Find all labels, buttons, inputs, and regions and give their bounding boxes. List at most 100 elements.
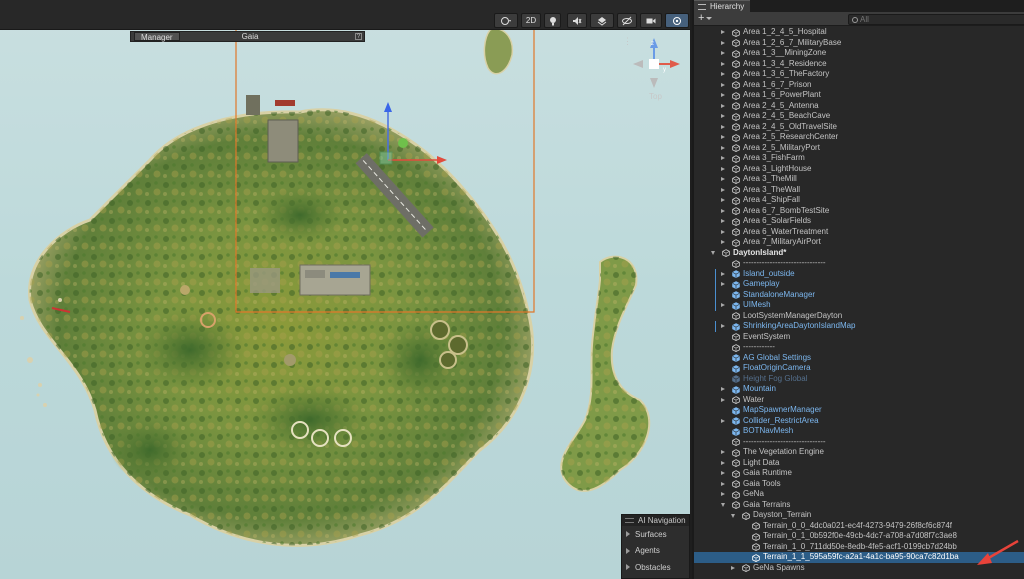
hierarchy-row[interactable]: EventSystem — [694, 332, 1024, 343]
hierarchy-row[interactable]: The Vegetation Engine — [694, 447, 1024, 458]
expand-arrow-icon[interactable] — [721, 324, 725, 328]
expand-arrow-icon[interactable] — [721, 156, 725, 160]
hierarchy-row[interactable]: FloatOriginCamera — [694, 363, 1024, 374]
hierarchy-row[interactable]: Area 1_6_7_Prison — [694, 80, 1024, 91]
hierarchy-row[interactable]: Area 6_WaterTreatment — [694, 227, 1024, 238]
expand-arrow-icon[interactable] — [721, 114, 725, 118]
gizmos-button[interactable] — [665, 13, 689, 28]
hierarchy-row[interactable]: MapSpawnerManager — [694, 405, 1024, 416]
hierarchy-row[interactable]: Area 1_2_6_7_MilitaryBase — [694, 38, 1024, 49]
ai-nav-agents[interactable]: Agents — [622, 543, 689, 560]
expand-arrow-icon[interactable] — [721, 40, 725, 45]
hierarchy-row[interactable]: Water — [694, 395, 1024, 406]
hierarchy-row[interactable]: Area 4_ShipFall — [694, 195, 1024, 206]
hierarchy-row[interactable]: ShrinkingAreaDaytonIslandMap — [694, 321, 1024, 332]
hierarchy-row[interactable]: Height Fog Global — [694, 374, 1024, 385]
more-options-icon[interactable]: ⋮ — [623, 36, 632, 47]
expand-arrow-icon[interactable] — [721, 177, 725, 181]
expand-arrow-icon[interactable] — [721, 166, 725, 171]
expand-arrow-icon[interactable] — [721, 208, 725, 213]
expand-arrow-icon[interactable] — [721, 124, 725, 129]
add-object-button[interactable]: + — [698, 13, 704, 24]
expand-arrow-icon[interactable] — [721, 135, 725, 139]
hierarchy-row[interactable]: Terrain_0_0_4dc0a021-ec4f-4273-9479-26f8… — [694, 521, 1024, 532]
expand-arrow-icon[interactable] — [721, 282, 725, 286]
hierarchy-row[interactable]: Area 2_5_MilitaryPort — [694, 143, 1024, 154]
expand-arrow-icon[interactable] — [721, 271, 725, 276]
scene-row[interactable]: DaytonIsland* — [694, 248, 1024, 259]
expand-arrow-icon[interactable] — [721, 303, 725, 307]
hierarchy-row[interactable]: Area 1_3_4_Residence — [694, 59, 1024, 70]
expand-arrow-icon[interactable] — [721, 387, 725, 391]
view-label-top[interactable]: Top — [649, 92, 662, 101]
expand-arrow-icon[interactable] — [721, 145, 725, 150]
expand-arrow-icon[interactable] — [721, 61, 725, 66]
hierarchy-row[interactable]: Area 3_FishFarm — [694, 153, 1024, 164]
hierarchy-row[interactable]: Area 7_MilitaryAirPort — [694, 237, 1024, 248]
expand-arrow-icon[interactable] — [721, 471, 725, 475]
hierarchy-row[interactable]: Gameplay — [694, 279, 1024, 290]
hierarchy-row[interactable]: GeNa Spawns — [694, 563, 1024, 574]
hierarchy-row[interactable]: Terrain_1_0_711dd50e-8edb-4fe5-acf1-0199… — [694, 542, 1024, 553]
expand-arrow-icon[interactable] — [721, 198, 725, 202]
hierarchy-row[interactable]: Gaia Runtime — [694, 468, 1024, 479]
expand-arrow-icon[interactable] — [721, 240, 725, 244]
hierarchy-row[interactable]: Area 3_TheMill — [694, 174, 1024, 185]
expand-arrow-icon[interactable] — [721, 72, 725, 76]
hierarchy-row[interactable]: ------------------------------- — [694, 437, 1024, 448]
search-input[interactable] — [860, 15, 1010, 24]
expand-arrow-icon[interactable] — [721, 82, 725, 87]
hierarchy-search[interactable] — [848, 14, 1024, 25]
hierarchy-row[interactable]: Area 2_4_5_BeachCave — [694, 111, 1024, 122]
ai-nav-obstacles[interactable]: Obstacles — [622, 559, 689, 576]
expand-arrow-icon[interactable] — [721, 93, 725, 97]
hierarchy-row[interactable]: StandaloneManager — [694, 289, 1024, 300]
audio-toggle[interactable] — [567, 13, 587, 28]
collapse-arrow-icon[interactable] — [731, 513, 735, 518]
expand-arrow-icon[interactable] — [721, 30, 725, 34]
mode-2d-button[interactable]: 2D — [521, 13, 541, 28]
hierarchy-row[interactable]: Area 6_7_BombTestSite — [694, 206, 1024, 217]
hierarchy-row[interactable]: Area 6_SolarFields — [694, 216, 1024, 227]
expand-arrow-icon[interactable] — [721, 492, 725, 496]
hierarchy-tree[interactable]: Area 1_2_4_5_Hospital Area 1_2_6_7_Milita… — [694, 27, 1024, 573]
expand-arrow-icon[interactable] — [721, 450, 725, 454]
hierarchy-row[interactable]: Dayston_Terrain — [694, 510, 1024, 521]
hierarchy-row[interactable]: Collider_RestrictArea — [694, 416, 1024, 427]
hierarchy-row[interactable]: Area 1_2_4_5_Hospital — [694, 27, 1024, 38]
expand-arrow-icon[interactable] — [721, 418, 725, 423]
hierarchy-row[interactable]: Area 3_LightHouse — [694, 164, 1024, 175]
collapse-arrow-icon[interactable] — [711, 251, 715, 255]
hierarchy-row[interactable]: ------------------------------- — [694, 258, 1024, 269]
drag-handle-icon[interactable] — [625, 518, 634, 523]
hierarchy-row[interactable]: Gaia Terrains — [694, 500, 1024, 511]
hierarchy-row[interactable]: Mountain — [694, 384, 1024, 395]
ai-navigation-header[interactable]: AI Navigation — [622, 515, 689, 526]
expand-arrow-icon[interactable] — [721, 229, 725, 234]
hierarchy-row[interactable]: Area 1_3__MiningZone — [694, 48, 1024, 59]
gaia-manager-tab[interactable]: Manager — [134, 32, 180, 42]
hierarchy-row[interactable]: Gaia Tools — [694, 479, 1024, 490]
expand-arrow-icon[interactable] — [721, 481, 725, 486]
hierarchy-row[interactable]: AG Global Settings — [694, 353, 1024, 364]
ai-nav-surfaces[interactable]: Surfaces — [622, 526, 689, 543]
hierarchy-row[interactable]: GeNa — [694, 489, 1024, 500]
hierarchy-row[interactable]: Terrain_0_1_0b592f0e-49cb-4dc7-a708-a7d0… — [694, 531, 1024, 542]
hierarchy-row[interactable]: BOTNavMesh — [694, 426, 1024, 437]
hierarchy-row[interactable]: UIMesh — [694, 300, 1024, 311]
hierarchy-row[interactable]: ------------ — [694, 342, 1024, 353]
hierarchy-row[interactable]: Area 1_6_PowerPlant — [694, 90, 1024, 101]
expand-arrow-icon[interactable] — [721, 51, 725, 55]
scene-view[interactable]: z y 2D Manager Gaia ? ⋮ Top AI Navigatio… — [0, 0, 690, 579]
expand-arrow-icon[interactable] — [721, 397, 725, 402]
chevron-down-icon[interactable] — [706, 17, 713, 20]
hierarchy-row[interactable]: Area 2_4_5_OldTravelSite — [694, 122, 1024, 133]
effects-toggle[interactable] — [590, 13, 614, 28]
hierarchy-row[interactable]: Island_outside — [694, 268, 1024, 279]
hierarchy-row[interactable]: Area 2_4_5_Antenna — [694, 101, 1024, 112]
hierarchy-row[interactable]: LootSystemManagerDayton — [694, 311, 1024, 322]
hierarchy-row[interactable]: Area 2_5_ResearchCenter — [694, 132, 1024, 143]
shading-mode-button[interactable] — [494, 13, 518, 28]
collapse-arrow-icon[interactable] — [721, 503, 725, 507]
expand-arrow-icon[interactable] — [721, 460, 725, 465]
